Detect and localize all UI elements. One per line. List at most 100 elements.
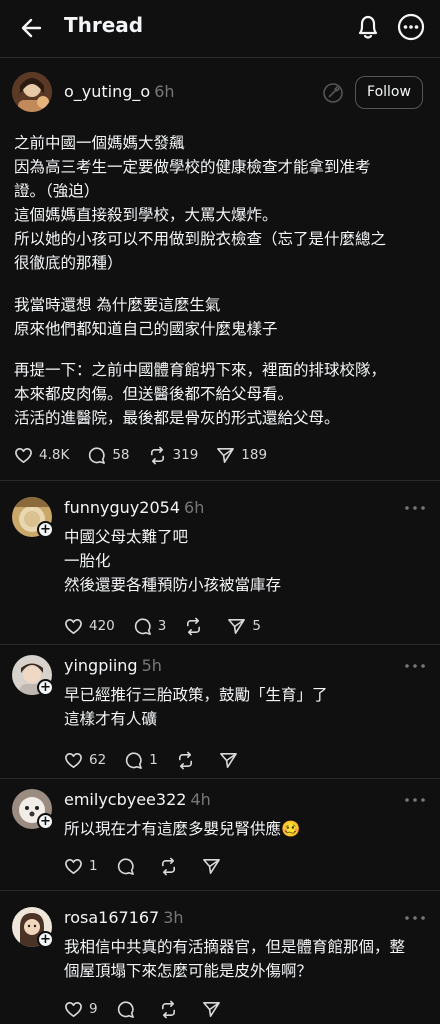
post-line: 活活的進醫院，最後都是骨灰的形式還給父母。 xyxy=(14,409,340,427)
comment-divider xyxy=(0,644,440,645)
repost-button[interactable] xyxy=(176,751,201,770)
repost-icon xyxy=(178,751,192,769)
avatar-image-icon xyxy=(12,72,52,112)
reply-button[interactable]: 3 xyxy=(133,617,166,636)
follow-button[interactable]: Follow xyxy=(355,76,423,109)
reply-count: 1 xyxy=(149,752,158,768)
share-button[interactable] xyxy=(202,857,227,876)
repost-button[interactable] xyxy=(184,617,209,636)
comment-icon xyxy=(134,617,151,635)
like-count: 420 xyxy=(89,618,115,634)
comment-icon xyxy=(126,751,143,769)
like-button[interactable]: 1 xyxy=(64,857,98,876)
follow-plus-icon[interactable]: + xyxy=(37,521,54,538)
reply-button[interactable] xyxy=(116,1000,141,1019)
comment-line: 我相信中共真的有活摘器官，但是體育館那個，整 xyxy=(64,938,406,956)
more-dots-icon[interactable] xyxy=(404,913,426,923)
more-options-icon[interactable] xyxy=(396,12,426,42)
back-arrow-icon[interactable] xyxy=(18,14,46,42)
heart-icon xyxy=(65,1001,82,1017)
comment-username[interactable]: rosa167167 xyxy=(64,908,159,927)
post-line: 我當時還想 為什麼要這麼生氣 xyxy=(14,296,221,314)
post-paragraph-1: 之前中國一個媽媽大發飆 因為高三考生一定要做學校的健康檢查才能拿到准考 證。（強… xyxy=(14,131,428,275)
reply-count: 58 xyxy=(112,447,130,463)
comment-username-row: emilycbyee322 4h xyxy=(64,790,211,809)
heart-icon xyxy=(65,618,82,634)
edit-disabled-icon xyxy=(323,83,343,103)
heart-icon xyxy=(65,858,82,874)
post-line: 之前中國一個媽媽大發飆 xyxy=(14,134,185,152)
post-line: 再提一下：之前中國體育館坍下來，裡面的排球校隊， xyxy=(14,361,387,379)
comment-line: 早已經推行三胎政策，鼓勵「生育」了 xyxy=(64,686,328,704)
more-dots-icon[interactable] xyxy=(404,795,426,805)
like-button[interactable]: 420 xyxy=(64,617,115,636)
comment-username-row: funnyguy2054 6h xyxy=(64,498,204,517)
comment-line: 個屋頂塌下來怎麼可能是皮外傷啊？ xyxy=(64,962,313,980)
share-count: 189 xyxy=(241,447,268,463)
send-icon xyxy=(217,447,235,463)
comment-actions: 62 1 xyxy=(64,749,262,771)
send-icon xyxy=(202,1001,220,1017)
comment-username-row: yingpiing 5h xyxy=(64,656,162,675)
send-icon xyxy=(219,752,237,768)
share-button[interactable]: 189 xyxy=(216,446,267,465)
follow-plus-icon[interactable]: + xyxy=(37,679,54,696)
send-icon xyxy=(202,858,220,874)
comment-divider xyxy=(0,890,440,891)
post-timestamp: 6h xyxy=(154,82,175,101)
comment-icon xyxy=(89,446,106,464)
post-line: 證。（強迫） xyxy=(14,182,100,200)
reply-button[interactable] xyxy=(116,857,141,876)
repost-button[interactable] xyxy=(159,857,184,876)
share-button[interactable]: 5 xyxy=(227,617,261,636)
heart-icon xyxy=(65,752,82,768)
comment-icon xyxy=(117,857,134,875)
comment-username[interactable]: yingpiing xyxy=(64,656,138,675)
comment-line: 一胎化 xyxy=(64,552,111,570)
more-dots-icon[interactable] xyxy=(404,503,426,513)
comment-username-row: rosa167167 3h xyxy=(64,908,184,927)
comment-divider xyxy=(0,778,440,779)
reply-button[interactable]: 1 xyxy=(124,751,158,770)
repost-count: 319 xyxy=(172,447,199,463)
post-line: 這個媽媽直接殺到學校，大罵大爆炸。 xyxy=(14,206,278,224)
comment-timestamp: 6h xyxy=(184,498,205,517)
comment-actions: 1 xyxy=(64,855,245,877)
comment-username[interactable]: emilycbyee322 xyxy=(64,790,186,809)
comment-body: 早已經推行三胎政策，鼓勵「生育」了 這樣才有人礦 xyxy=(64,683,328,731)
post-line: 很徹底的那種） xyxy=(14,254,123,272)
comment-timestamp: 5h xyxy=(141,656,162,675)
follow-plus-icon[interactable]: + xyxy=(37,813,54,830)
like-button[interactable]: 62 xyxy=(64,751,106,770)
more-dots-icon[interactable] xyxy=(404,661,426,671)
comment-username[interactable]: funnyguy2054 xyxy=(64,498,180,517)
follow-plus-icon[interactable]: + xyxy=(37,931,54,948)
send-icon xyxy=(228,618,246,634)
post-line: 所以她的小孩可以不用做到脫衣檢查（忘了是什麼總之 xyxy=(14,230,387,248)
like-button[interactable]: 9 xyxy=(64,1000,98,1019)
comment-timestamp: 3h xyxy=(163,908,184,927)
like-button[interactable]: 4.8K xyxy=(14,446,69,465)
reply-button[interactable]: 58 xyxy=(87,446,130,465)
comment-body: 我相信中共真的有活摘器官，但是體育館那個，整 個屋頂塌下來怎麼可能是皮外傷啊？ xyxy=(64,935,405,983)
comment-line: 所以現在才有這麼多嬰兒腎供應🥴 xyxy=(64,820,301,838)
comment-line: 這樣才有人礦 xyxy=(64,710,158,728)
share-button[interactable] xyxy=(202,1000,227,1019)
heart-icon xyxy=(15,447,32,463)
post-username-row: o_yuting_o 6h xyxy=(64,82,175,101)
comment-body: 中國父母太難了吧 一胎化 然後還要各種預防小孩被當庫存 xyxy=(64,525,281,597)
post-paragraph-3: 再提一下：之前中國體育館坍下來，裡面的排球校隊， 本來都皮肉傷。但送醫後都不給父… xyxy=(14,358,428,430)
post-paragraph-2: 我當時還想 為什麼要這麼生氣 原來他們都知道自己的國家什麼鬼樣子 xyxy=(14,293,428,341)
repost-icon xyxy=(150,446,164,464)
share-button[interactable] xyxy=(219,751,244,770)
post-line: 原來他們都知道自己的國家什麼鬼樣子 xyxy=(14,320,278,338)
post-username[interactable]: o_yuting_o xyxy=(64,82,150,101)
repost-button[interactable]: 319 xyxy=(148,446,199,465)
repost-button[interactable] xyxy=(159,1000,184,1019)
bell-icon[interactable] xyxy=(354,12,382,42)
top-bar: Thread xyxy=(0,0,440,56)
post-divider xyxy=(0,480,440,481)
comment-body: 所以現在才有這麼多嬰兒腎供應🥴 xyxy=(64,817,300,841)
post-actions: 4.8K 58 319 189 xyxy=(14,444,285,466)
avatar[interactable] xyxy=(12,72,52,112)
